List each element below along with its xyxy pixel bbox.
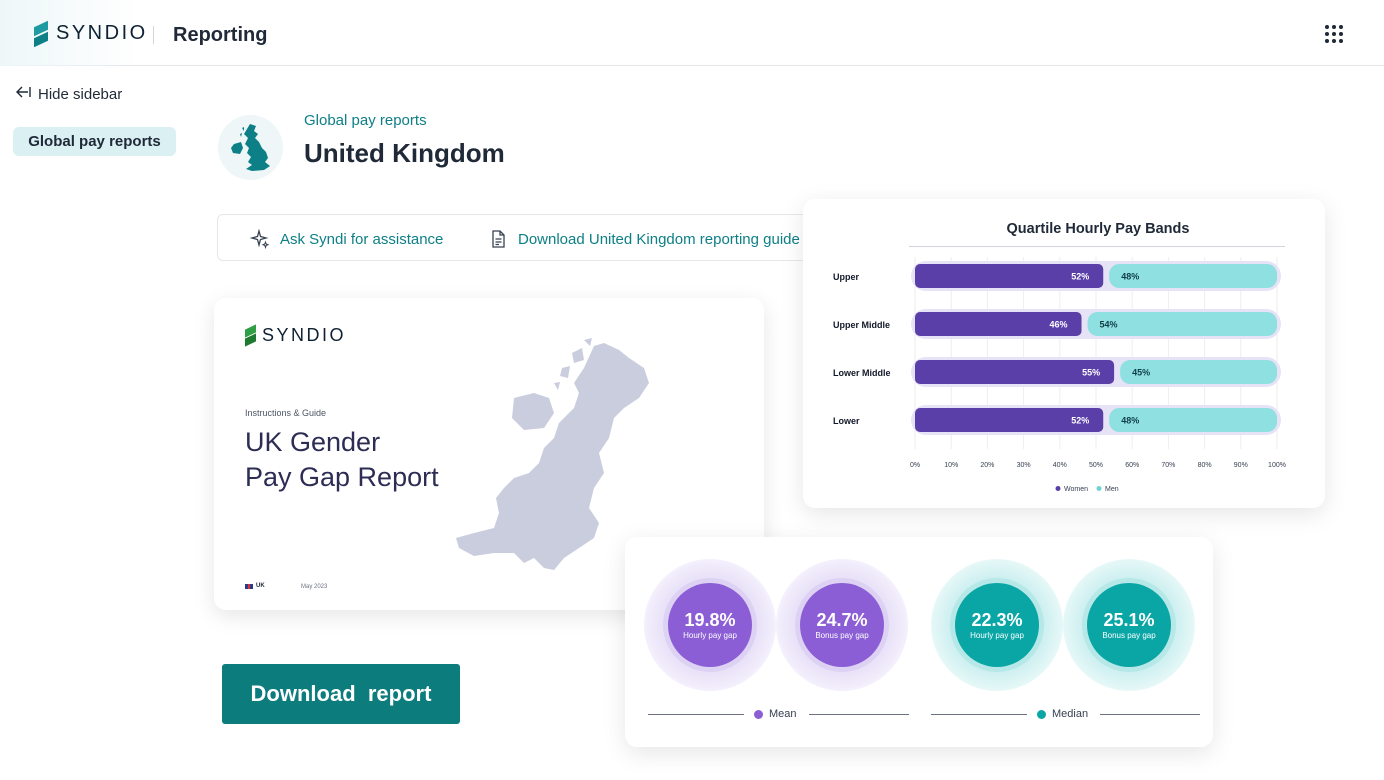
breadcrumb[interactable]: Global pay reports: [304, 112, 427, 129]
pay-gap-value: 22.3%: [971, 609, 1023, 630]
data-label-women: 52%: [1071, 416, 1089, 426]
download-guide-link[interactable]: Download United Kingdom reporting guide: [488, 229, 800, 249]
pay-gap-value: 24.7%: [816, 609, 868, 630]
ask-syndi-button[interactable]: Ask Syndi for assistance: [250, 229, 443, 249]
sparkle-icon: [250, 229, 270, 249]
grid-icon[interactable]: [1325, 25, 1343, 43]
data-label-women: 46%: [1050, 320, 1068, 330]
pay-gap-bubble: 19.8% Hourly pay gap: [644, 559, 776, 691]
legend-dot: [754, 709, 763, 719]
top-bar: SYNDIO Reporting: [0, 0, 1384, 66]
uk-map-illustration: [454, 338, 654, 578]
legend-dot-men: [1096, 486, 1102, 491]
legend-label-men: Men: [1105, 486, 1119, 493]
syndio-logo-icon: [245, 324, 256, 347]
legend-rule: [648, 713, 744, 715]
legend-dot: [1037, 709, 1046, 719]
brand-name: SYNDIO: [56, 22, 148, 44]
download-report-button[interactable]: Download report: [222, 664, 460, 724]
legend-label: Median: [1052, 708, 1089, 720]
legend-rule: [931, 713, 1027, 715]
uk-map-icon: [218, 115, 283, 180]
x-tick-label: 30%: [1017, 462, 1031, 469]
report-brand-name: SYNDIO: [262, 325, 347, 345]
x-tick-label: 10%: [944, 462, 958, 469]
pay-gap-bubble-core: 22.3% Hourly pay gap: [955, 583, 1039, 667]
x-tick-label: 100%: [1268, 462, 1286, 469]
report-brand-logo: SYNDIO: [245, 324, 347, 347]
pay-gap-bubble-core: 24.7% Bonus pay gap: [800, 583, 884, 667]
quartile-chart-card: Quartile Hourly Pay Bands Upper 52% 48% Upp…: [803, 199, 1325, 508]
pay-gap-bubble-core: 25.1% Bonus pay gap: [1087, 583, 1171, 667]
legend-rule: [1100, 713, 1201, 715]
data-label-men: 48%: [1121, 272, 1139, 282]
x-tick-label: 80%: [1198, 462, 1212, 469]
ask-syndi-label: Ask Syndi for assistance: [280, 230, 444, 248]
hide-sidebar-button[interactable]: Hide sidebar: [16, 85, 122, 104]
data-label-men: 45%: [1132, 368, 1150, 378]
app-title: Reporting: [173, 24, 268, 46]
category-label: Upper Middle: [833, 320, 890, 330]
report-country-label: UK: [256, 583, 265, 589]
pay-gap-label: Bonus pay gap: [1102, 630, 1156, 640]
pay-gap-card: 19.8% Hourly pay gap 24.7% Bonus pay gap Mea…: [625, 537, 1213, 747]
pay-gap-bubble: 25.1% Bonus pay gap: [1063, 559, 1195, 691]
hide-sidebar-label: Hide sidebar: [38, 86, 123, 103]
x-tick-label: 50%: [1089, 462, 1103, 469]
legend-dot-women: [1055, 486, 1061, 491]
page-title: United Kingdom: [304, 138, 505, 168]
legend-mean: Mean: [648, 707, 909, 721]
pay-gap-bubble-core: 19.8% Hourly pay gap: [668, 583, 752, 667]
pay-gap-value: 25.1%: [1103, 609, 1155, 630]
data-label-men: 48%: [1121, 416, 1139, 426]
pay-gap-bubble: 22.3% Hourly pay gap: [931, 559, 1063, 691]
category-label: Lower Middle: [833, 368, 891, 378]
syndio-logo[interactable]: SYNDIO: [34, 20, 148, 47]
legend-median: Median: [931, 707, 1201, 721]
sidebar-item-global-pay-reports[interactable]: Global pay reports: [13, 127, 176, 156]
legend-label: Mean: [769, 708, 797, 720]
header-divider: [153, 26, 154, 44]
x-tick-label: 20%: [980, 462, 994, 469]
legend-label-women: Women: [1064, 486, 1088, 493]
pay-gap-label: Hourly pay gap: [970, 630, 1024, 640]
data-label-women: 55%: [1082, 368, 1100, 378]
category-label: Lower: [833, 416, 860, 426]
legend-rule: [808, 713, 909, 715]
action-bar: Ask Syndi for assistance Download United…: [217, 214, 817, 261]
data-label-women: 52%: [1071, 272, 1089, 282]
pay-gap-label: Bonus pay gap: [815, 630, 869, 640]
collapse-arrow-icon: [16, 85, 32, 104]
pay-gap-label: Hourly pay gap: [683, 630, 737, 640]
x-tick-label: 40%: [1053, 462, 1067, 469]
x-tick-label: 90%: [1234, 462, 1248, 469]
syndio-logo-icon: [34, 20, 48, 47]
x-tick-label: 70%: [1161, 462, 1175, 469]
category-label: Upper: [833, 272, 860, 282]
report-country: UK: [245, 583, 265, 589]
x-tick-label: 60%: [1125, 462, 1139, 469]
x-tick-label: 0%: [910, 462, 920, 469]
document-icon: [488, 229, 508, 249]
download-guide-label: Download United Kingdom reporting guide: [518, 230, 800, 248]
uk-flag-icon: [245, 583, 253, 589]
report-date: May 2023: [301, 584, 328, 590]
quartile-bar-chart: Upper 52% 48% Upper Middle 46% 54% Lower Middl…: [833, 257, 1286, 493]
pay-gap-bubble: 24.7% Bonus pay gap: [776, 559, 908, 691]
pay-gap-value: 19.8%: [684, 609, 736, 630]
data-label-men: 54%: [1100, 320, 1118, 330]
report-subtitle: Instructions & Guide: [245, 408, 327, 418]
